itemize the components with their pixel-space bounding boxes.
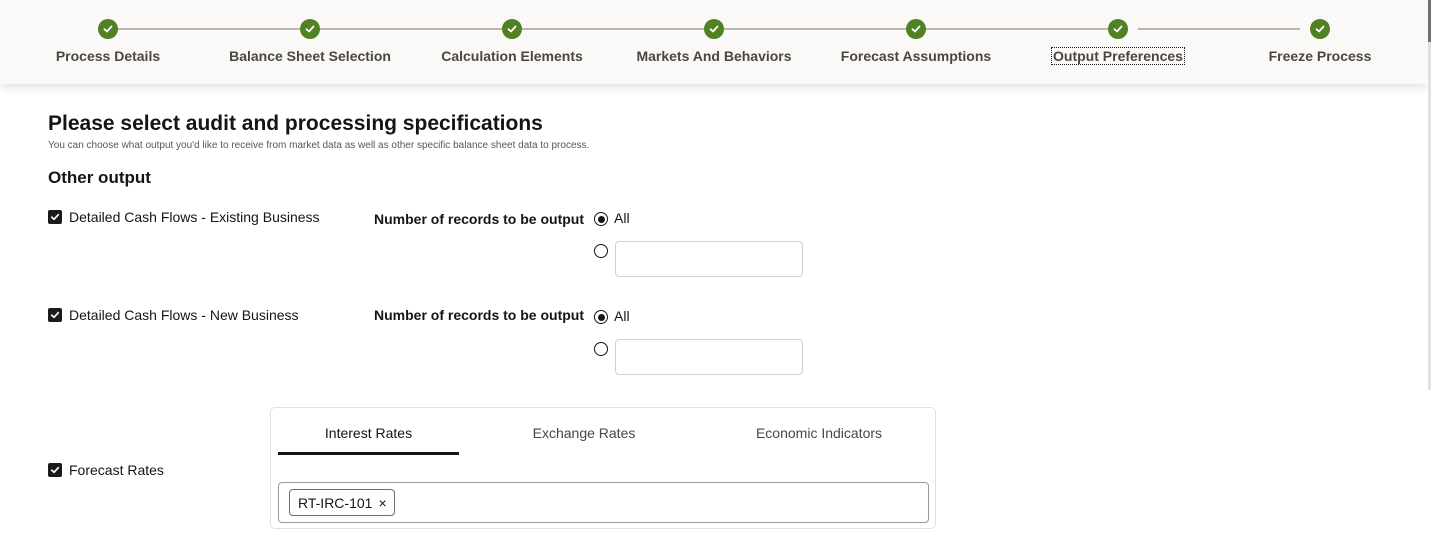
stepper-track — [108, 28, 1118, 30]
new-records-radio-all[interactable] — [594, 310, 608, 324]
step-label: Markets And Behaviors — [636, 48, 792, 64]
forecast-rates-checkbox-row[interactable]: Forecast Rates — [48, 462, 164, 478]
new-records-radio-custom[interactable] — [594, 342, 608, 356]
new-records-count-input[interactable] — [615, 339, 803, 375]
interest-rates-select-input[interactable]: RT-IRC-101 × — [278, 482, 929, 523]
chip-label: RT-IRC-101 — [298, 494, 373, 511]
page-title: Please select audit and processing speci… — [48, 112, 543, 135]
step-label: Process Details — [55, 48, 161, 64]
forecast-rates-label: Forecast Rates — [69, 462, 164, 478]
new-records-label: Number of records to be output — [374, 307, 584, 323]
check-icon — [300, 19, 320, 39]
active-tab-indicator — [278, 452, 459, 455]
check-icon — [1108, 19, 1128, 39]
step-label: Output Preferences — [1051, 47, 1185, 65]
existing-records-radio-all-label: All — [614, 210, 630, 226]
page-subtitle: You can choose what output you'd like to… — [48, 140, 590, 151]
selected-chip: RT-IRC-101 × — [289, 489, 395, 516]
new-business-label: Detailed Cash Flows - New Business — [69, 307, 299, 323]
close-icon[interactable]: × — [378, 496, 386, 510]
existing-records-label: Number of records to be output — [374, 211, 584, 227]
tab-exchange-rates[interactable]: Exchange Rates — [489, 408, 679, 456]
checkbox-checked-icon[interactable] — [48, 308, 62, 322]
stepper-track — [1138, 28, 1300, 30]
check-icon — [906, 19, 926, 39]
forecast-rates-card: Interest Rates Exchange Rates Economic I… — [270, 407, 936, 529]
existing-records-count-input[interactable] — [615, 241, 803, 277]
step-label: Calculation Elements — [441, 48, 583, 64]
checkbox-checked-icon[interactable] — [48, 463, 62, 477]
existing-records-radio-custom[interactable] — [594, 244, 608, 258]
step-label: Forecast Assumptions — [840, 48, 992, 64]
check-icon — [704, 19, 724, 39]
step-label: Freeze Process — [1268, 48, 1372, 64]
existing-business-checkbox-row[interactable]: Detailed Cash Flows - Existing Business — [48, 209, 320, 225]
check-icon — [1310, 19, 1330, 39]
existing-records-radio-all[interactable] — [594, 212, 608, 226]
check-icon — [98, 19, 118, 39]
process-stepper: Process Details Balance Sheet Selection … — [0, 0, 1428, 84]
existing-business-label: Detailed Cash Flows - Existing Business — [69, 209, 320, 225]
checkbox-checked-icon[interactable] — [48, 210, 62, 224]
check-icon — [502, 19, 522, 39]
tab-interest-rates[interactable]: Interest Rates — [278, 408, 459, 456]
step-label: Balance Sheet Selection — [229, 48, 391, 64]
section-title-other-output: Other output — [48, 168, 151, 187]
new-records-radio-all-label: All — [614, 308, 630, 324]
tab-economic-indicators[interactable]: Economic Indicators — [719, 408, 919, 456]
new-business-checkbox-row[interactable]: Detailed Cash Flows - New Business — [48, 307, 299, 323]
